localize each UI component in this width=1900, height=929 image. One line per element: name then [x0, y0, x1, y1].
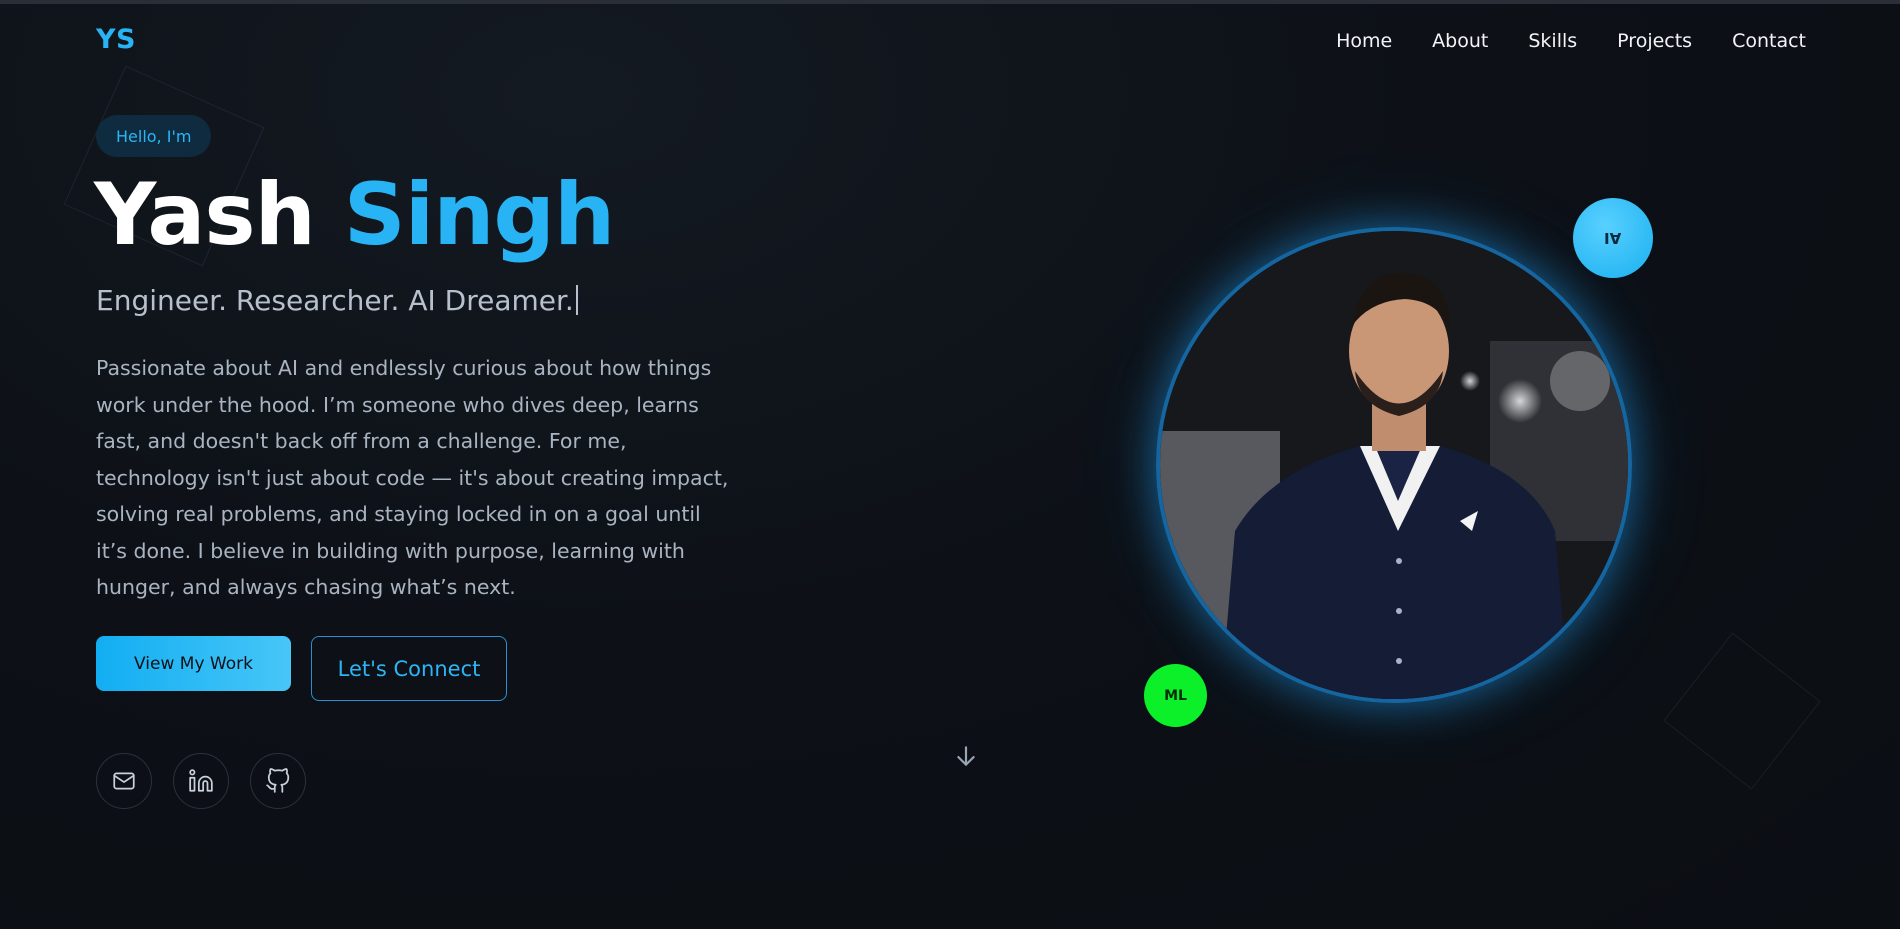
view-my-work-button[interactable]: View My Work [96, 636, 291, 691]
nav-contact[interactable]: Contact [1732, 30, 1806, 52]
logo[interactable]: YS [96, 24, 136, 55]
ai-badge: AI [1573, 198, 1653, 278]
tagline: Engineer. Researcher. AI Dreamer. [96, 284, 578, 317]
greeting-badge: Hello, I'm [96, 115, 212, 157]
tagline-text: Engineer. Researcher. AI Dreamer. [96, 284, 574, 317]
main-nav: Home About Skills Projects Contact [1336, 30, 1806, 52]
mail-link[interactable] [96, 753, 152, 809]
mail-icon [113, 772, 135, 790]
hero-name: Yash Singh [94, 165, 615, 265]
portrait-illustration [1160, 231, 1628, 699]
decorative-square [1663, 632, 1821, 790]
linkedin-link[interactable] [173, 753, 229, 809]
top-border [0, 0, 1900, 4]
ml-badge: ML [1144, 664, 1207, 727]
first-name: Yash [94, 165, 316, 265]
bio-paragraph: Passionate about AI and endlessly curiou… [96, 356, 729, 599]
linkedin-icon [189, 769, 213, 792]
lets-connect-button[interactable]: Let's Connect [311, 636, 507, 701]
github-link[interactable] [250, 753, 306, 809]
nav-about[interactable]: About [1432, 30, 1488, 52]
last-name: Singh [343, 165, 615, 265]
scroll-down-icon[interactable] [953, 742, 979, 774]
profile-photo [1156, 227, 1632, 703]
nav-skills[interactable]: Skills [1528, 30, 1577, 52]
ai-badge-label: AI [1604, 229, 1622, 247]
nav-projects[interactable]: Projects [1617, 30, 1692, 52]
github-icon [266, 768, 290, 793]
typing-caret [575, 285, 578, 315]
nav-home[interactable]: Home [1336, 30, 1392, 52]
